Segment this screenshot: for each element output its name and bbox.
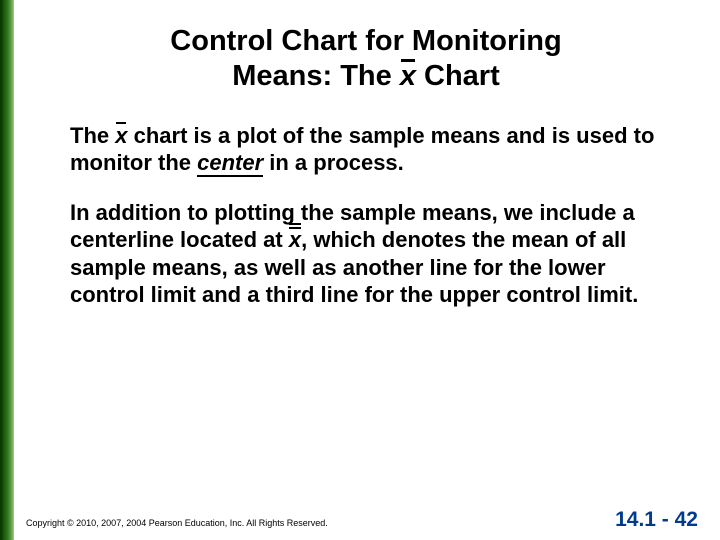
p1-text-c: in a process. (263, 150, 404, 175)
p1-text-a: The (70, 123, 115, 148)
paragraph-2: In addition to plotting the sample means… (70, 199, 676, 309)
copyright-text: Copyright © 2010, 2007, 2004 Pearson Edu… (26, 518, 328, 528)
title-line-2b: Chart (416, 60, 500, 92)
side-stripe (0, 0, 14, 540)
slide: Control Chart for Monitoring Means: The … (0, 0, 720, 540)
p1-center-word: center (197, 150, 263, 177)
title-line-1: Control Chart for Monitoring (170, 25, 561, 57)
title-line-2a: Means: The (232, 60, 400, 92)
slide-title: Control Chart for Monitoring Means: The … (86, 24, 646, 94)
paragraph-1: The x chart is a plot of the sample mean… (70, 122, 676, 177)
xbar-symbol: x (400, 59, 416, 94)
xbar-symbol: x (115, 122, 127, 150)
xdoublebar-symbol: x (289, 226, 301, 254)
page-number: 14.1 - 42 (615, 508, 698, 532)
